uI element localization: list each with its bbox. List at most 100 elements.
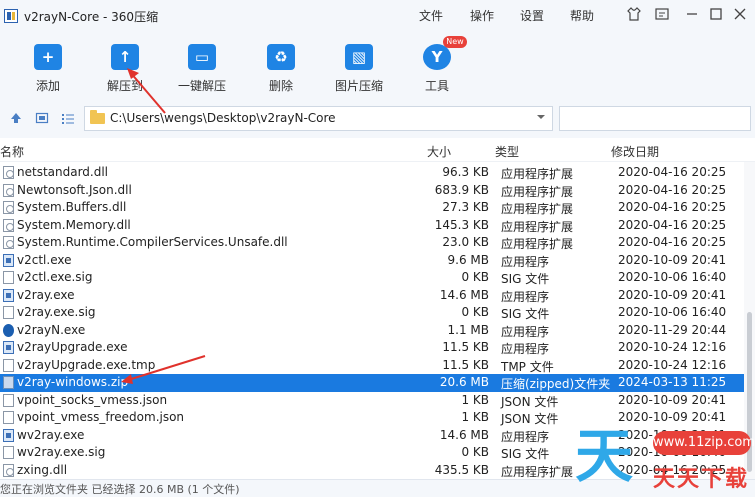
file-type: SIG 文件 [501,447,550,461]
one-click-extract-icon: ▭ [188,44,216,70]
list-view-icon[interactable] [60,111,76,127]
up-arrow-icon[interactable] [8,111,24,127]
file-row[interactable]: System.Buffers.dll 27.3 KB 应用程序扩展 2020-04-1… [0,199,744,217]
file-type: 应用程序扩展 [501,184,574,199]
file-row[interactable]: netstandard.dll 96.3 KB 应用程序扩展 2020-04-16 2… [0,164,744,182]
watermark-site: www.11zip.com [653,431,755,455]
file-name: wv2ray.exe [17,427,85,442]
file-row[interactable]: Newtonsoft.Json.dll 683.9 KB 应用程序扩展 2020-04… [0,182,744,200]
tools-icon: Y [423,44,451,70]
file-mtime: 2020-10-24 12:16 [618,340,727,354]
extract-to-button[interactable]: ↑ 解压到 [90,40,160,98]
file-row[interactable]: v2ctl.exe 9.6 MB 应用程序 2020-10-09 20:41 [0,252,744,270]
file-mtime: 2020-04-16 20:25 [618,165,727,179]
delete-button[interactable]: ♻ 删除 [246,40,316,98]
app-logo-icon [4,9,18,23]
file-row[interactable]: v2ray.exe 14.6 MB 应用程序 2020-10-09 20:41 [0,287,744,305]
column-modified[interactable]: 修改日期 [611,143,659,160]
file-type: JSON 文件 [501,394,559,409]
file-mtime: 2020-04-16 20:25 [618,200,727,214]
folder-icon [90,110,105,124]
menu-file[interactable]: 文件 [419,7,443,24]
file-size: 11.5 KB [442,340,489,354]
file-size: 0 KB [461,305,489,319]
file-row[interactable]: v2rayUpgrade.exe.tmp 11.5 KB TMP 文件 2020-10… [0,357,744,375]
menu-operation[interactable]: 操作 [470,7,494,24]
menu-settings[interactable]: 设置 [520,7,544,24]
file-size: 0 KB [461,445,489,459]
file-type: 应用程序扩展 [501,464,574,479]
thumbnail-view-icon[interactable] [34,111,50,127]
file-name: v2ray.exe.sig [17,305,96,319]
file-row[interactable]: v2rayUpgrade.exe 11.5 KB 应用程序 2020-10-24 12… [0,339,744,357]
file-name: vpoint_vmess_freedom.json [17,410,185,424]
file-name: vpoint_socks_vmess.json [17,392,168,407]
dll-file-icon [3,166,14,179]
file-row[interactable]: v2ctl.exe.sig 0 KB SIG 文件 2020-10-06 16:40 [0,269,744,287]
new-badge: New [443,36,467,48]
file-name: v2rayN.exe [17,322,86,337]
close-icon[interactable] [732,6,748,22]
file-size: 0 KB [461,270,489,284]
list-header: 名称 大小 类型 修改日期 [0,138,755,162]
file-name: v2rayUpgrade.exe [17,340,128,354]
window-title: v2rayN-Core - 360压缩 [24,10,159,24]
file-row[interactable]: v2ray.exe.sig 0 KB SIG 文件 2020-10-06 16:40 [0,304,744,322]
skin-icon[interactable] [626,6,642,22]
image-compress-icon: ▧ [345,44,373,70]
menu-help[interactable]: 帮助 [570,7,594,24]
chevron-down-icon[interactable] [536,112,546,125]
file-type: 应用程序 [501,254,550,269]
file-name: System.Memory.dll [17,217,131,232]
dll-file-icon [3,463,14,477]
file-name: netstandard.dll [17,165,109,179]
file-type: 应用程序 [501,342,550,356]
file-size: 23.0 KB [442,235,489,249]
address-path: C:\Users\wengs\Desktop\v2rayN-Core [110,111,336,125]
file-size: 435.5 KB [434,462,489,477]
maximize-icon[interactable] [708,6,724,22]
file-size: 1.1 MB [447,322,489,337]
file-type: 应用程序 [501,289,550,304]
toolbar: + 添加 ↑ 解压到 ▭ 一键解压 ♻ 删除 ▧ 图片压缩 Y New 工具 [0,32,755,98]
minimize-icon[interactable] [684,6,700,22]
dll-file-icon [3,201,14,214]
column-size[interactable]: 大小 [427,143,451,160]
file-name: System.Buffers.dll [17,200,127,214]
file-mtime: 2020-11-29 20:44 [618,322,727,337]
file-icon [3,306,14,319]
feedback-icon[interactable] [654,6,670,22]
file-row[interactable]: System.Runtime.CompilerServices.Unsafe.d… [0,234,744,252]
image-compress-button[interactable]: ▧ 图片压缩 [324,40,394,98]
file-row[interactable]: v2ray-windows.zip 20.6 MB 压缩(zipped)文件夹 202… [0,374,744,392]
one-click-extract-label: 一键解压 [177,79,226,93]
add-button[interactable]: + 添加 [13,40,83,98]
tools-button[interactable]: Y New 工具 [402,36,472,98]
file-type: SIG 文件 [501,307,550,321]
file-row[interactable]: v2rayN.exe 1.1 MB 应用程序 2020-11-29 20:44 [0,322,744,340]
file-type: 应用程序 [501,324,550,339]
search-input[interactable] [559,106,751,131]
v2rayn-app-icon [3,323,14,337]
file-mtime: 2020-10-09 20:41 [618,392,727,407]
file-icon [3,271,14,284]
file-mtime: 2020-10-09 20:41 [618,252,727,267]
file-type: SIG 文件 [501,272,550,286]
file-mtime: 2020-10-24 12:16 [618,357,727,372]
file-mtime: 2020-04-16 20:25 [618,182,727,197]
exe-file-icon [3,288,14,302]
watermark-subtitle: 天天下载 [653,467,750,492]
file-row[interactable]: System.Memory.dll 145.3 KB 应用程序扩展 2020-04-1… [0,217,744,235]
column-name[interactable]: 名称 [0,143,24,160]
file-mtime: 2020-10-06 16:40 [618,305,727,319]
file-type: 应用程序扩展 [501,219,574,234]
one-click-extract-button[interactable]: ▭ 一键解压 [167,40,237,98]
exe-file-icon [3,253,14,267]
file-size: 11.5 KB [442,357,489,372]
column-type[interactable]: 类型 [495,143,519,160]
address-bar[interactable]: C:\Users\wengs\Desktop\v2rayN-Core [84,106,553,131]
file-row[interactable]: vpoint_socks_vmess.json 1 KB JSON 文件 2020-1… [0,392,744,410]
exe-file-icon [3,341,14,354]
file-size: 96.3 KB [442,165,489,179]
delete-icon: ♻ [267,44,295,70]
